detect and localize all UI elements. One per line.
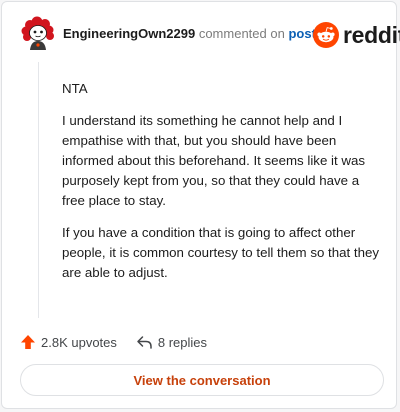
comment-paragraph: I understand its something he cannot hel…	[62, 113, 366, 208]
upvote-arrow-icon	[21, 335, 35, 349]
comment-card: EngineeringOwn2299 commented on post red…	[1, 1, 400, 409]
username[interactable]: EngineeringOwn2299	[63, 26, 195, 41]
reddit-wordmark: reddit	[343, 22, 400, 48]
comment-header: EngineeringOwn2299 commented on post	[63, 26, 316, 42]
reply-count: 8 replies	[157, 334, 208, 350]
reddit-snoo-icon	[313, 22, 339, 48]
replies-button[interactable]: 8 replies	[136, 334, 207, 350]
avatar-icon	[21, 16, 55, 51]
comment-paragraph: If you have a condition that is going to…	[62, 225, 380, 280]
comment-actions: 2.8K upvotes 8 replies	[20, 332, 207, 352]
avatar[interactable]	[20, 16, 56, 52]
upvote-button[interactable]: 2.8K upvotes	[20, 334, 117, 350]
upvote-count: 2.8K upvotes	[41, 334, 117, 350]
reply-arrow-icon	[137, 336, 152, 349]
thread-line	[38, 62, 39, 318]
comment-body: NTA I understand its something he cannot…	[62, 79, 384, 295]
reddit-logo[interactable]: reddit	[313, 22, 400, 48]
comment-paragraph: NTA	[62, 81, 88, 96]
commented-on-text: commented on	[198, 26, 285, 41]
view-conversation-button[interactable]: View the conversation	[20, 364, 384, 396]
post-link[interactable]: post	[288, 26, 315, 41]
